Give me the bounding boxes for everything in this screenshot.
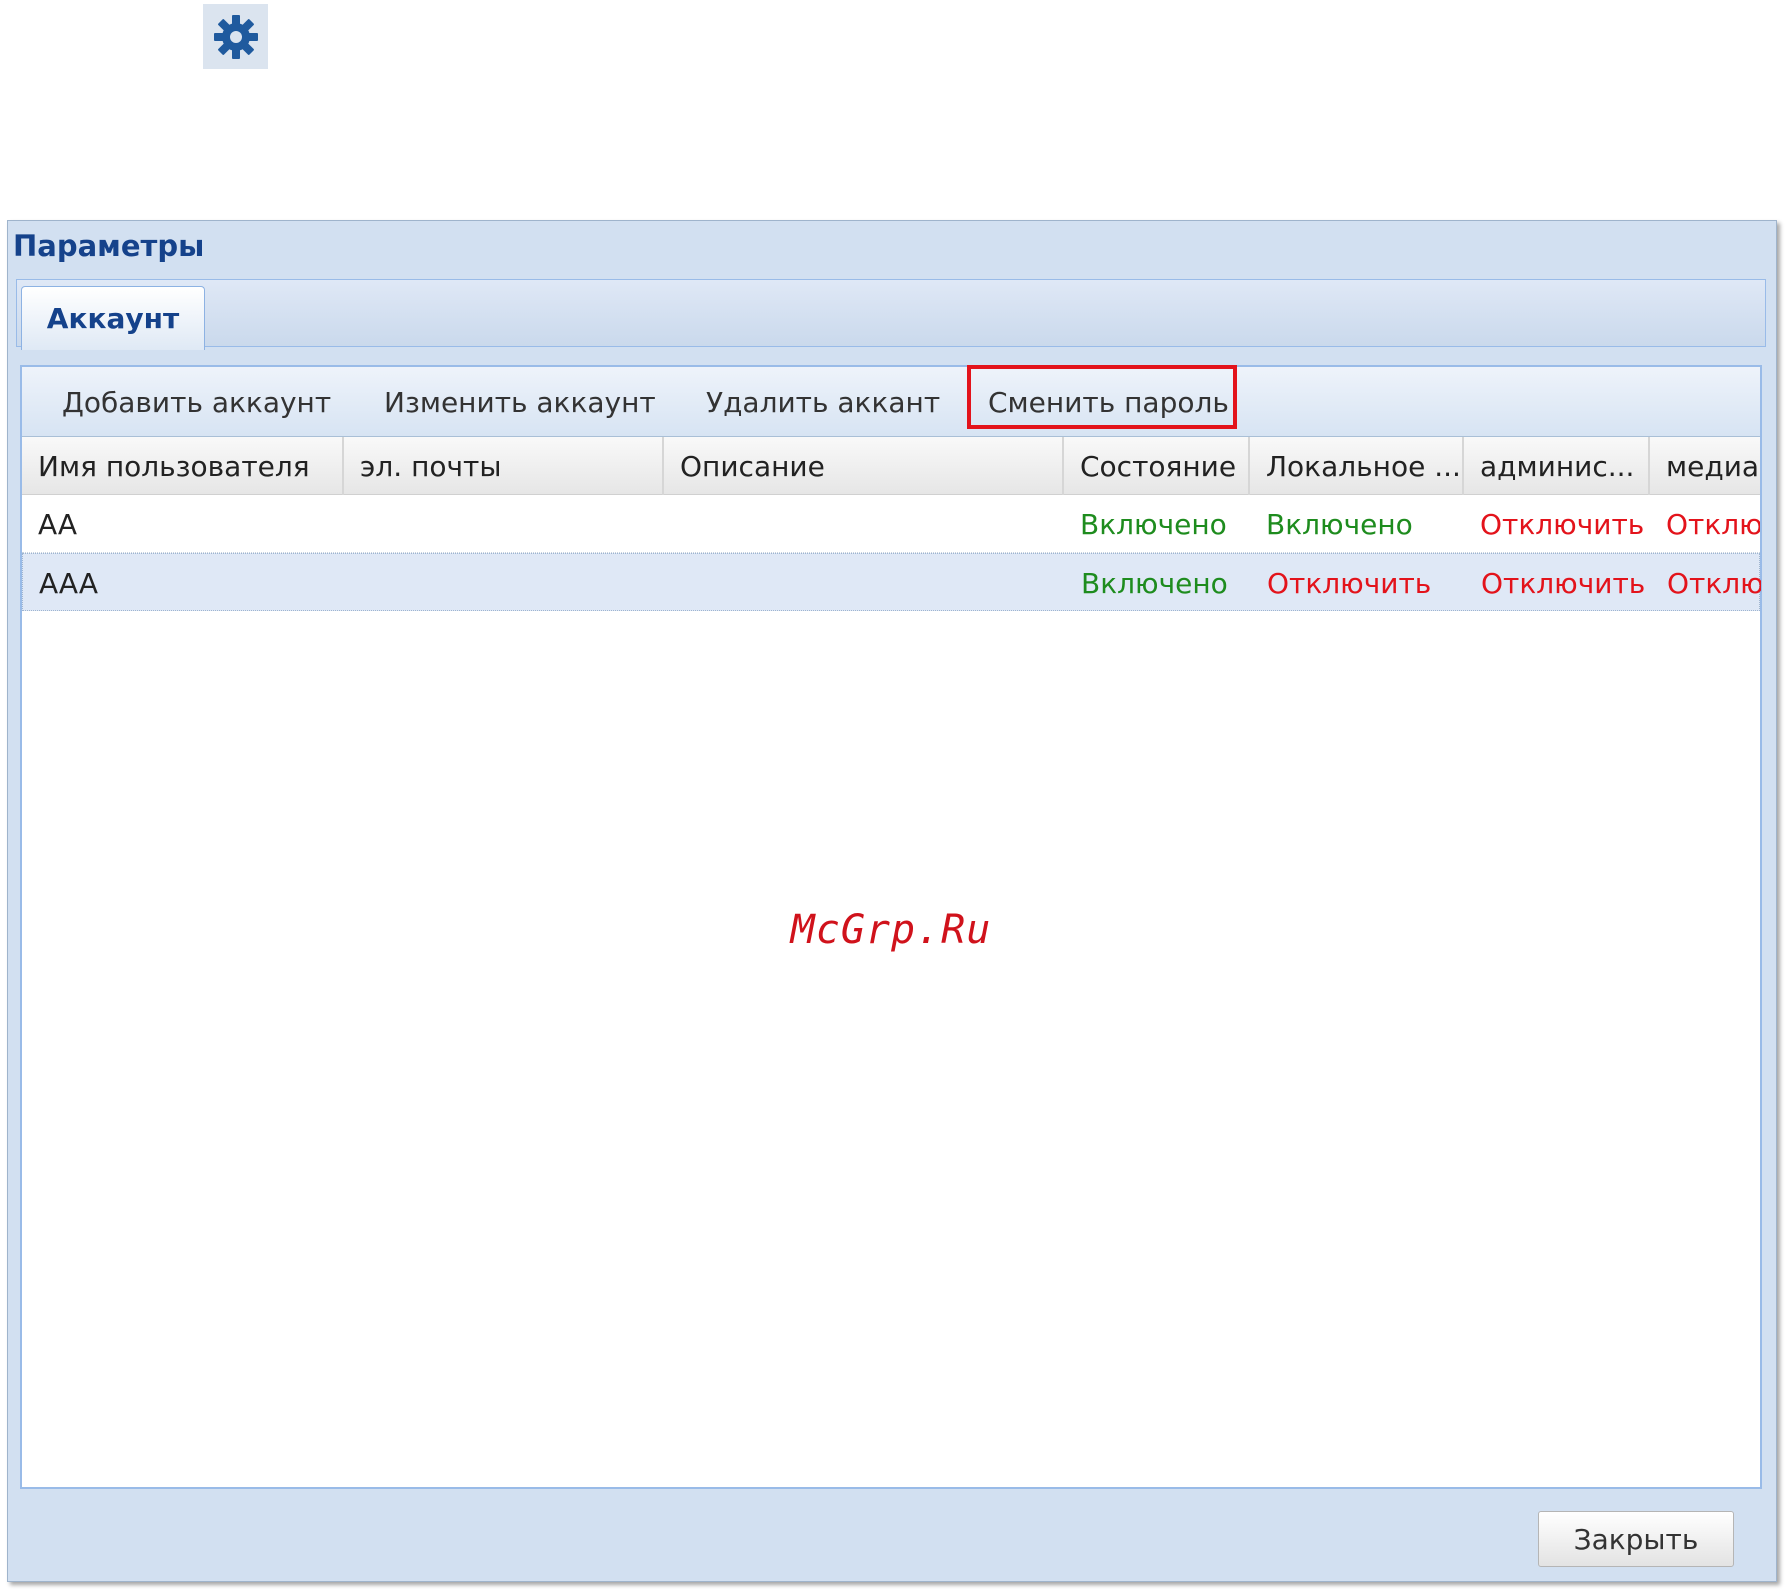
column-header-local[interactable]: Локальное ...	[1250, 437, 1464, 495]
account-panel: Добавить аккаунт Изменить аккаунт Удалит…	[20, 365, 1762, 1489]
cell-username: AA	[38, 507, 78, 541]
column-header-media[interactable]: медиа-	[1650, 437, 1760, 495]
cell-local[interactable]: Включено	[1250, 495, 1464, 553]
gear-icon	[213, 14, 258, 59]
edit-account-button[interactable]: Изменить аккаунт	[384, 367, 656, 437]
tab-account[interactable]: Аккаунт	[21, 286, 205, 350]
close-button[interactable]: Закрыть	[1538, 1511, 1734, 1567]
cell-description	[664, 495, 1064, 553]
cell-email	[345, 554, 665, 612]
cell-state: Включено	[1080, 507, 1227, 541]
delete-account-button[interactable]: Удалить аккант	[706, 367, 940, 437]
table-header: Имя пользователя эл. почты Описание Сост…	[22, 437, 1760, 495]
table-row[interactable]: AA Включено Включено Отключить Отклю	[22, 495, 1760, 553]
tab-strip: Аккаунт	[16, 279, 1766, 350]
settings-button[interactable]	[203, 4, 268, 69]
column-header-state[interactable]: Состояние	[1064, 437, 1250, 495]
cell-admin[interactable]: Отключить	[1465, 554, 1651, 612]
column-header-description[interactable]: Описание	[664, 437, 1064, 495]
cell-media[interactable]: Отклю	[1650, 495, 1760, 553]
column-header-username[interactable]: Имя пользователя	[22, 437, 344, 495]
column-header-email[interactable]: эл. почты	[344, 437, 664, 495]
parameters-dialog: Параметры Аккаунт Добавить аккаунт Измен…	[7, 220, 1777, 1582]
cell-email	[344, 495, 664, 553]
cell-state: Включено	[1081, 566, 1228, 600]
toolbar: Добавить аккаунт Изменить аккаунт Удалит…	[22, 365, 1760, 437]
cell-username: AAA	[39, 566, 99, 600]
cell-media[interactable]: Отклю	[1651, 554, 1761, 612]
table-row[interactable]: AAA Включено Отключить Отключить Отклю	[22, 553, 1761, 612]
add-account-button[interactable]: Добавить аккаунт	[62, 367, 331, 437]
watermark: McGrp.Ru	[790, 907, 992, 953]
cell-description	[665, 554, 1065, 612]
dialog-title: Параметры	[13, 229, 205, 263]
column-header-admin[interactable]: админис...	[1464, 437, 1650, 495]
change-password-button[interactable]: Сменить пароль	[988, 367, 1229, 437]
cell-local[interactable]: Отключить	[1251, 554, 1465, 612]
cell-admin[interactable]: Отключить	[1464, 495, 1650, 553]
